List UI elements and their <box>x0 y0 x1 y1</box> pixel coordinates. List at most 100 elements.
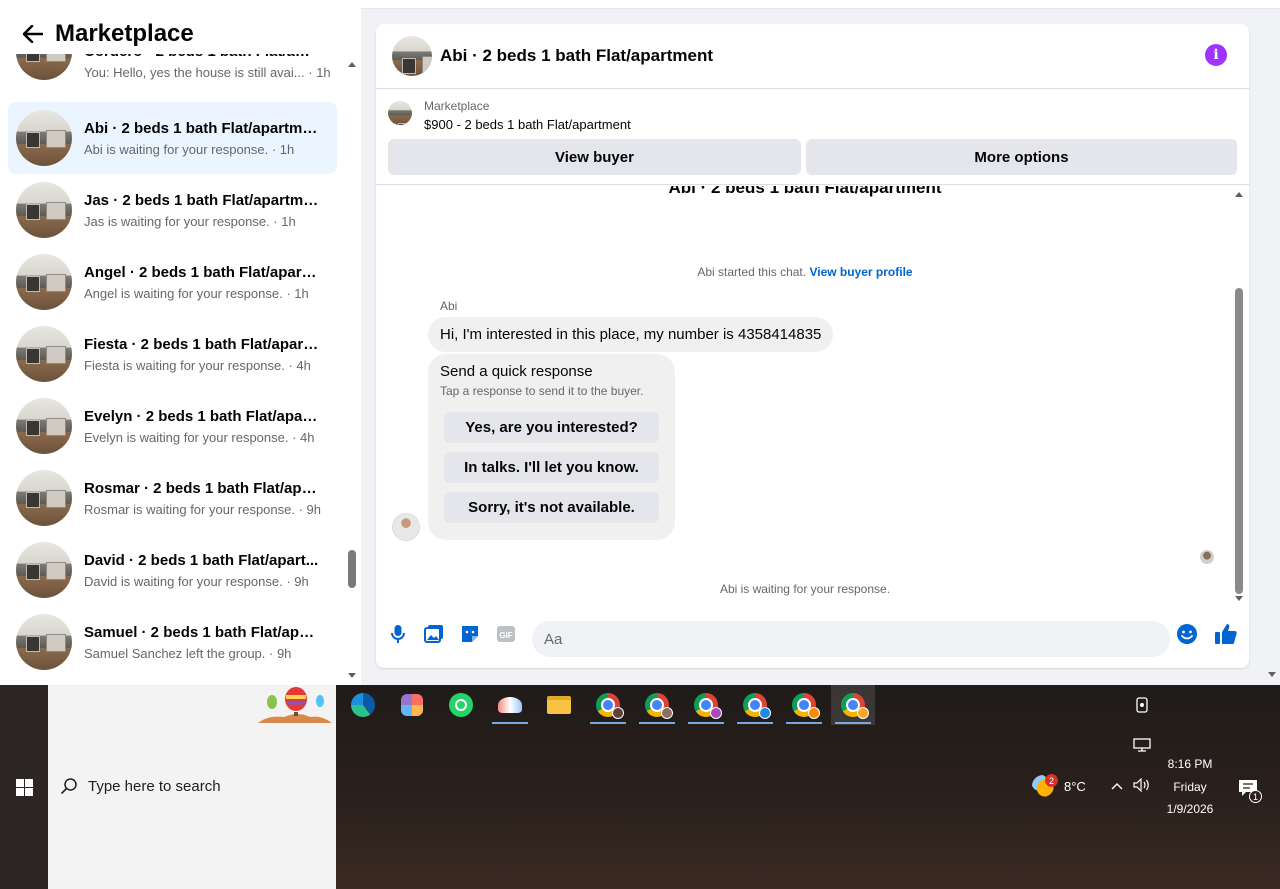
conversation-snippet: David is waiting for your response. · 9h <box>84 573 309 589</box>
taskbar-chrome-1[interactable] <box>586 685 630 725</box>
conversation-snippet: Fiesta is waiting for your response. · 4… <box>84 357 311 373</box>
taskbar-snipping-tool[interactable] <box>488 685 532 725</box>
weather-temperature: 8°C <box>1064 778 1086 794</box>
weather-widget[interactable]: 8°C <box>1032 775 1086 797</box>
taskbar-edge[interactable] <box>341 685 385 725</box>
conversation-snippet: Angel is waiting for your response. · 1h <box>84 285 309 301</box>
listing-card: Marketplace $900 - 2 beds 1 bath Flat/ap… <box>376 90 1249 185</box>
quick-response-subtitle: Tap a response to send it to the buyer. <box>440 384 644 398</box>
scroll-up-arrow-icon[interactable] <box>1235 192 1243 197</box>
listing-source: Marketplace <box>424 99 490 113</box>
view-buyer-button[interactable]: View buyer <box>388 139 801 175</box>
conversation-item-fiesta[interactable]: Fiesta · 2 beds 1 bath Flat/apart... Fies… <box>8 318 337 390</box>
message-input[interactable] <box>532 621 1170 657</box>
view-buyer-profile-link[interactable]: View buyer profile <box>809 265 912 279</box>
buyer-avatar[interactable] <box>392 513 420 541</box>
message-thread: Abi · 2 beds 1 bath Flat/apartment Abi s… <box>376 186 1249 606</box>
thumbs-up-icon[interactable] <box>1213 621 1239 647</box>
page-title: Marketplace <box>55 20 194 47</box>
gif-icon[interactable]: GIF <box>493 621 519 647</box>
more-options-button[interactable]: More options <box>806 139 1237 175</box>
taskbar-chrome-6[interactable] <box>831 685 875 725</box>
chat-started-notice: Abi started this chat. View buyer profil… <box>376 265 1234 279</box>
listing-avatar <box>16 182 72 238</box>
sticker-icon[interactable] <box>457 621 483 647</box>
conversation-item-samuel[interactable]: Samuel · 2 beds 1 bath Flat/apar... Samue… <box>8 606 337 678</box>
edge-icon <box>351 693 375 717</box>
page-scroll-down-arrow-icon[interactable] <box>1268 672 1276 677</box>
quick-response-button[interactable]: Sorry, it's not available. <box>444 492 659 523</box>
chat-title[interactable]: Abi · 2 beds 1 bath Flat/apartment <box>440 46 713 66</box>
sidebar-header: Marketplace <box>0 14 345 54</box>
listing-avatar <box>16 398 72 454</box>
conversation-item-abi[interactable]: Abi · 2 beds 1 bath Flat/apartment Abi is… <box>8 102 337 174</box>
scroll-down-arrow-icon[interactable] <box>348 673 356 678</box>
conversation-snippet: You: Hello, yes the house is still avai.… <box>84 65 331 80</box>
conversation-item-rosmar[interactable]: Rosmar · 2 beds 1 bath Flat/apar... Rosma… <box>8 462 337 534</box>
listing-avatar <box>16 470 72 526</box>
taskbar-chrome-3[interactable] <box>684 685 728 725</box>
sidebar-scrollbar[interactable] <box>346 58 358 682</box>
listing-avatar[interactable] <box>392 36 432 76</box>
listing-avatar <box>16 542 72 598</box>
conversation-item-evelyn[interactable]: Evelyn · 2 beds 1 bath Flat/apart... Evel… <box>8 390 337 462</box>
conversation-snippet: Evelyn is waiting for your response. · 4… <box>84 429 315 445</box>
listing-thumbnail[interactable] <box>388 101 412 125</box>
photo-icon[interactable] <box>421 621 447 647</box>
show-hidden-icons-chevron-up-icon[interactable] <box>1109 778 1125 794</box>
taskbar-chrome-4[interactable] <box>733 685 777 725</box>
clock-date[interactable]: 1/9/2026 <box>1150 802 1230 816</box>
meet-now-icon[interactable] <box>1132 695 1152 715</box>
emoji-icon[interactable] <box>1174 621 1200 647</box>
conversation-snippet: Samuel Sanchez left the group. · 9h <box>84 645 292 661</box>
notification-count: 1 <box>1249 790 1262 803</box>
whatsapp-icon <box>449 693 473 717</box>
taskbar-whatsapp[interactable] <box>439 685 483 725</box>
chat-header: Abi · 2 beds 1 bath Flat/apartment i <box>376 24 1249 89</box>
conversation-title: Jas · 2 beds 1 bath Flat/apartment <box>84 191 319 209</box>
windows-logo-icon <box>15 778 33 796</box>
quick-response-button[interactable]: In talks. I'll let you know. <box>444 452 659 483</box>
microphone-icon[interactable] <box>385 621 411 647</box>
windows-taskbar: Type here to search 8°C 2 8:16 PM Friday… <box>0 685 1280 889</box>
notifications-icon[interactable]: 1 <box>1236 777 1262 803</box>
quick-response-button[interactable]: Yes, are you interested? <box>444 412 659 443</box>
listing-avatar <box>16 254 72 310</box>
taskbar-copilot[interactable] <box>390 685 434 725</box>
taskbar-search[interactable]: Type here to search <box>48 685 336 889</box>
taskbar-file-explorer[interactable] <box>537 685 581 725</box>
listing-avatar <box>16 614 72 670</box>
hot-air-balloons-icon[interactable] <box>258 687 332 723</box>
conversation-title: Rosmar · 2 beds 1 bath Flat/apar... <box>84 479 319 497</box>
clock-time[interactable]: 8:16 PM <box>1150 757 1230 771</box>
folder-icon <box>547 696 571 714</box>
conversation-title: Abi · 2 beds 1 bath Flat/apartment <box>84 119 319 137</box>
taskbar-chrome-2[interactable] <box>635 685 679 725</box>
sidebar-scrollbar-thumb[interactable] <box>348 550 356 588</box>
volume-icon[interactable] <box>1132 776 1152 794</box>
snipping-tool-icon <box>498 697 522 713</box>
conversation-title: David · 2 beds 1 bath Flat/apart... <box>84 551 319 569</box>
conversation-title: Angel · 2 beds 1 bath Flat/apart... <box>84 263 319 281</box>
conversation-item-david[interactable]: David · 2 beds 1 bath Flat/apart... David… <box>8 534 337 606</box>
clock-day[interactable]: Friday <box>1150 780 1230 794</box>
start-button[interactable] <box>0 685 48 889</box>
network-icon[interactable] <box>1132 735 1152 755</box>
thread-scrollbar-thumb[interactable] <box>1235 288 1243 594</box>
seen-indicator-avatar <box>1200 550 1214 564</box>
conversation-item-angel[interactable]: Angel · 2 beds 1 bath Flat/apart... Angel… <box>8 246 337 318</box>
waiting-notice: Abi is waiting for your response. <box>719 582 891 596</box>
back-button[interactable] <box>13 14 53 54</box>
scroll-down-arrow-icon[interactable] <box>1235 596 1243 601</box>
conversation-sidebar: Cordero · 2 beds 1 bath Flat/apartmentYo… <box>0 0 361 685</box>
scroll-up-arrow-icon[interactable] <box>348 62 356 67</box>
listing-avatar <box>16 110 72 166</box>
conversation-item-jas[interactable]: Jas · 2 beds 1 bath Flat/apartment Jas is… <box>8 174 337 246</box>
info-icon[interactable]: i <box>1205 44 1227 66</box>
weather-alert-badge: 2 <box>1045 774 1058 787</box>
search-icon <box>60 778 77 795</box>
top-border <box>361 0 1280 9</box>
taskbar-chrome-5[interactable] <box>782 685 826 725</box>
sender-name: Abi <box>440 299 458 313</box>
listing-price-title[interactable]: $900 - 2 beds 1 bath Flat/apartment <box>424 117 631 132</box>
